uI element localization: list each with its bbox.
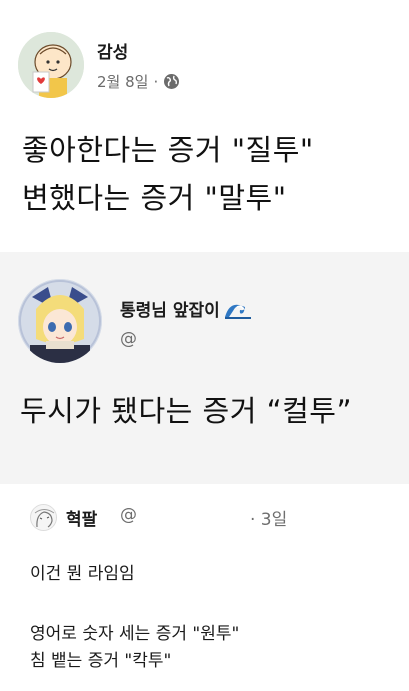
- post-line: 변했다는 증거 "말투": [22, 181, 287, 215]
- quoted-post-text: 두시가 됐다는 증거 “컬투”: [20, 394, 353, 428]
- post-line: 좋아한다는 증거 "질투": [22, 133, 314, 167]
- quoted-author-avatar[interactable]: [18, 279, 102, 363]
- post-date[interactable]: 2월 8일: [97, 71, 148, 92]
- comment-time[interactable]: · 3일: [250, 505, 287, 530]
- comment-line: 침 뱉는 증거 "칵투": [30, 651, 172, 671]
- quoted-author-handle[interactable]: @: [120, 329, 137, 349]
- author-name[interactable]: 감성: [97, 38, 128, 63]
- quoted-author[interactable]: 통령님 앞잡이: [120, 296, 253, 321]
- commenter-name[interactable]: 혁팔: [66, 505, 97, 530]
- comment-line: 이건 뭔 라임임: [30, 564, 135, 584]
- meta-separator: ·: [153, 72, 159, 91]
- comment: 혁팔 @ · 3일 이건 뭔 라임임 영어로 숫자 세는 증거 "원투" 침 뱉…: [0, 484, 409, 691]
- facebook-post: 감성 2월 8일 · 좋아한다는 증거 "질투" 변했다는 증거 "말투": [0, 0, 409, 250]
- wave-icon: [223, 299, 253, 319]
- commenter-avatar[interactable]: [30, 504, 57, 531]
- author-avatar[interactable]: [18, 32, 84, 98]
- globe-icon: [163, 73, 180, 90]
- post-meta: 2월 8일 ·: [97, 71, 180, 92]
- post-text: 좋아한다는 증거 "질투" 변했다는 증거 "말투": [22, 126, 314, 222]
- comment-line: 영어로 숫자 세는 증거 "원투": [30, 624, 240, 644]
- quoted-post[interactable]: 통령님 앞잡이 @ 두시가 됐다는 증거 “컬투” 혁팔 @ · 3일 이건 뭔…: [0, 252, 409, 691]
- commenter-handle[interactable]: @: [120, 505, 137, 525]
- quoted-author-name[interactable]: 통령님 앞잡이: [120, 296, 220, 321]
